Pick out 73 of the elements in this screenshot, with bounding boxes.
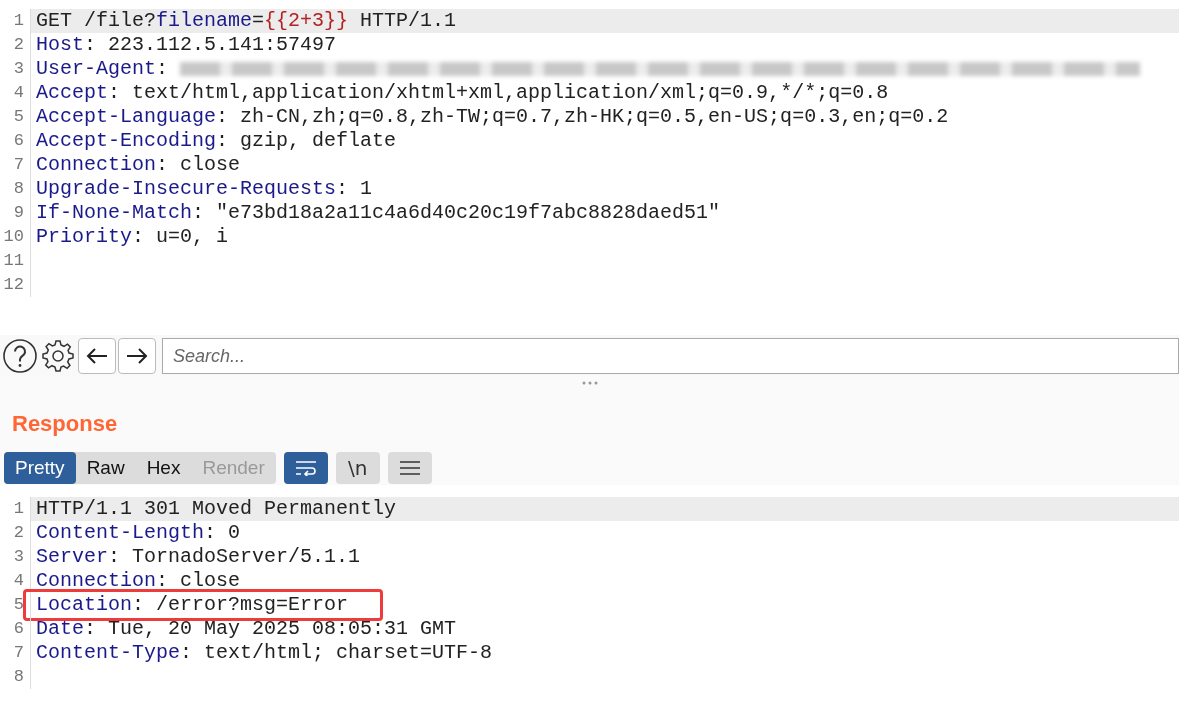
line-number: 12 bbox=[2, 274, 25, 297]
help-icon[interactable] bbox=[2, 338, 38, 374]
line-number: 2 bbox=[12, 34, 25, 57]
line-number: 2 bbox=[12, 522, 25, 545]
code-text: : close bbox=[156, 568, 241, 594]
header-name: Connection bbox=[36, 152, 157, 178]
line-number: 8 bbox=[12, 178, 25, 201]
wrap-lines-icon bbox=[294, 460, 317, 476]
arrow-right-icon bbox=[126, 347, 148, 365]
line-number: 11 bbox=[2, 250, 25, 273]
line-number: 8 bbox=[12, 666, 25, 689]
search-field[interactable]: Search... bbox=[162, 338, 1179, 374]
header-name: Host bbox=[36, 32, 84, 58]
menu-button[interactable] bbox=[387, 452, 432, 484]
line-number: 7 bbox=[12, 642, 25, 665]
code-text: : text/html,application/xhtml+xml,application/xml;q=0.9,*/*;q=0.8 bbox=[108, 80, 889, 106]
back-button[interactable] bbox=[78, 338, 116, 374]
line-number: 1 bbox=[12, 498, 25, 521]
arrow-left-icon bbox=[86, 347, 108, 365]
header-name: Accept-Language bbox=[36, 104, 217, 130]
menu-icon bbox=[398, 460, 421, 476]
code-text: GET /file? bbox=[36, 8, 157, 34]
header-name: Content-Length bbox=[36, 520, 205, 546]
view-tab[interactable]: Hex bbox=[135, 452, 192, 484]
panel-title: Response bbox=[12, 411, 118, 436]
header-name: If-None-Match bbox=[36, 200, 193, 226]
header-name: Location bbox=[36, 592, 132, 618]
header-name: Upgrade-Insecure-Requests bbox=[36, 176, 337, 202]
code-text: : 223.112.5.141:57497 bbox=[84, 32, 337, 58]
code-text: : 1 bbox=[336, 176, 373, 202]
line-number: 5 bbox=[12, 106, 25, 129]
view-tab[interactable]: Pretty bbox=[4, 452, 76, 484]
view-tab[interactable]: Raw bbox=[75, 452, 136, 484]
header-name: Priority bbox=[36, 224, 132, 250]
settings-icon[interactable] bbox=[40, 338, 76, 374]
code-text: : bbox=[156, 56, 169, 82]
wrap-button[interactable] bbox=[283, 452, 328, 484]
line-number: 4 bbox=[12, 82, 25, 105]
header-name: Date bbox=[36, 616, 84, 642]
line-number: 1 bbox=[12, 10, 25, 33]
header-name: Server bbox=[36, 544, 108, 570]
header-name: Accept bbox=[36, 80, 108, 106]
code-text: HTTP/1.1 301 Moved Permanently bbox=[36, 496, 397, 522]
parameter-value: {{2+3}} bbox=[264, 8, 349, 34]
code-text: : "e73bd18a2a11c4a6d40c20c19f7abc8828daed51" bbox=[192, 200, 721, 226]
code-text: = bbox=[252, 8, 265, 34]
code-text: : /error?msg=Error bbox=[132, 592, 349, 618]
line-number: 6 bbox=[12, 130, 25, 153]
code-text: HTTP/1.1 bbox=[359, 8, 457, 34]
line-number: 4 bbox=[12, 570, 25, 593]
code-text: : zh-CN,zh;q=0.8,zh-TW;q=0.7,zh-HK;q=0.5,en-US;q=0.3,en;q=0.2 bbox=[216, 104, 949, 130]
resize-handle-icon[interactable] bbox=[581, 381, 598, 385]
line-number: 3 bbox=[12, 58, 25, 81]
header-name: User-Agent bbox=[36, 56, 157, 82]
forward-button[interactable] bbox=[118, 338, 156, 374]
header-name: Content-Type bbox=[36, 640, 181, 666]
line-number: 3 bbox=[12, 546, 25, 569]
code-text: : text/html; charset=UTF-8 bbox=[180, 640, 493, 666]
code-text: : u=0, i bbox=[132, 224, 229, 250]
newlines-button[interactable]: \n bbox=[335, 452, 380, 484]
code-text: : gzip, deflate bbox=[216, 128, 397, 154]
code-text: : close bbox=[156, 152, 241, 178]
code-text: : 0 bbox=[204, 520, 241, 546]
line-number: 6 bbox=[12, 618, 25, 641]
header-name: filename bbox=[156, 8, 253, 34]
header-name: Accept-Encoding bbox=[36, 128, 217, 154]
line-number: 9 bbox=[12, 202, 25, 225]
header-name: Connection bbox=[36, 568, 157, 594]
line-number: 7 bbox=[12, 154, 25, 177]
line-number: 5 bbox=[12, 594, 25, 617]
line-number: 10 bbox=[2, 226, 25, 249]
code-text: : TornadoServer/5.1.1 bbox=[108, 544, 361, 570]
code-text: : Tue, 20 May 2025 08:05:31 GMT bbox=[84, 616, 457, 642]
